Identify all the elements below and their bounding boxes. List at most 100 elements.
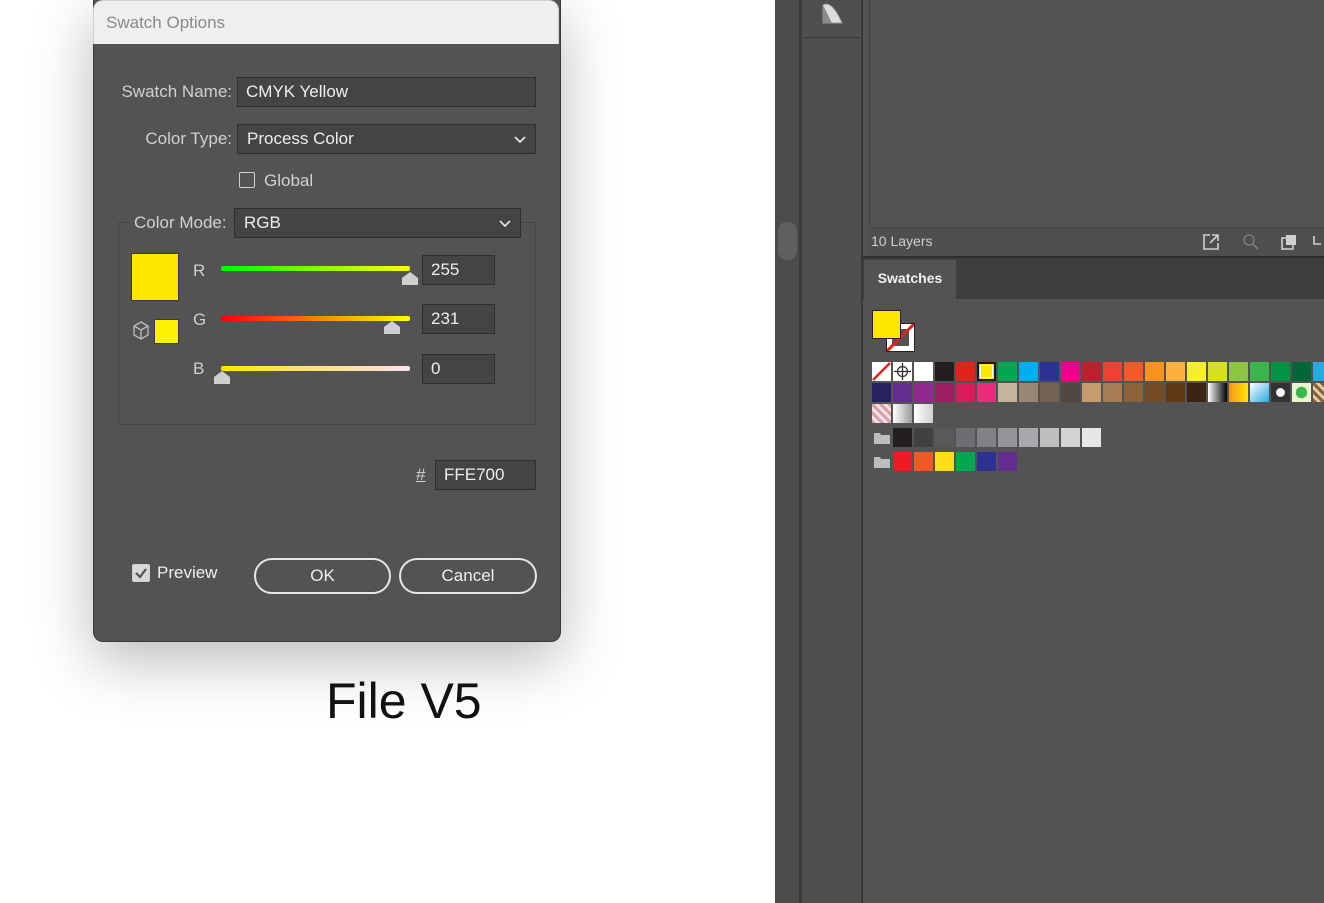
swatch[interactable] <box>998 428 1017 447</box>
swatch[interactable] <box>1187 362 1206 381</box>
swatch[interactable] <box>872 383 891 402</box>
panel-icon-button[interactable] <box>804 0 860 38</box>
swatch[interactable] <box>914 362 933 381</box>
hex-label: # <box>416 465 426 484</box>
swatch[interactable] <box>977 428 996 447</box>
swatch[interactable] <box>977 452 996 471</box>
swatch[interactable] <box>956 428 975 447</box>
swatch[interactable] <box>1313 362 1324 381</box>
swatch[interactable] <box>977 362 996 381</box>
swatch[interactable] <box>1124 362 1143 381</box>
swatch-gradient-orange[interactable] <box>1229 383 1248 402</box>
swatch[interactable] <box>1271 362 1290 381</box>
swatch[interactable] <box>956 452 975 471</box>
none-slash-icon <box>872 362 891 381</box>
swatch-gradient-bw[interactable] <box>1208 383 1227 402</box>
swatch[interactable] <box>935 383 954 402</box>
swatch-none[interactable] <box>872 362 891 381</box>
swatch[interactable] <box>1082 362 1101 381</box>
color-type-value: Process Color <box>247 129 354 148</box>
g-slider-track[interactable] <box>221 316 410 321</box>
swatch[interactable] <box>1145 383 1164 402</box>
swatch[interactable] <box>1208 362 1227 381</box>
swatch[interactable] <box>1166 362 1185 381</box>
swatch[interactable] <box>935 362 954 381</box>
collect-export-icon[interactable] <box>1279 232 1299 252</box>
gamut-color-swatch[interactable] <box>154 319 179 344</box>
swatch[interactable] <box>998 383 1017 402</box>
swatch[interactable] <box>1082 383 1101 402</box>
swatch-gradient-gray[interactable] <box>893 404 912 423</box>
swatch[interactable] <box>956 362 975 381</box>
color-type-label: Color Type: <box>145 129 232 148</box>
folder-icon[interactable] <box>873 455 891 469</box>
swatch-pattern-dots[interactable] <box>1271 383 1290 402</box>
swatch[interactable] <box>914 452 933 471</box>
swatch[interactable] <box>914 383 933 402</box>
swatch-gradient-white[interactable] <box>914 404 933 423</box>
swatch[interactable] <box>1124 383 1143 402</box>
dock-divider <box>799 0 802 903</box>
b-slider-track[interactable] <box>221 366 410 371</box>
swatch[interactable] <box>1103 383 1122 402</box>
r-slider-track[interactable] <box>221 266 410 271</box>
tab-swatches[interactable]: Swatches <box>864 260 956 301</box>
swatch-pattern-leaf[interactable] <box>1292 383 1311 402</box>
hex-value-field[interactable]: FFE700 <box>435 460 536 490</box>
folder-icon[interactable] <box>873 431 891 445</box>
swatch[interactable] <box>977 383 996 402</box>
color-mode-select[interactable]: RGB <box>234 208 521 238</box>
column-divider <box>861 0 863 903</box>
swatch[interactable] <box>1292 362 1311 381</box>
cancel-button[interactable]: Cancel <box>399 558 537 594</box>
swatch[interactable] <box>1019 383 1038 402</box>
swatch[interactable] <box>998 452 1017 471</box>
swatch[interactable] <box>893 383 912 402</box>
swatch[interactable] <box>914 428 933 447</box>
out-of-gamut-cube-icon[interactable] <box>132 321 150 341</box>
swatch[interactable] <box>1250 362 1269 381</box>
r-value-field[interactable]: 255 <box>422 255 495 285</box>
swatch[interactable] <box>1019 428 1038 447</box>
ok-button[interactable]: OK <box>254 558 391 594</box>
preview-checkbox[interactable] <box>132 564 150 582</box>
g-value-field[interactable]: 231 <box>422 304 495 334</box>
swatch-registration[interactable] <box>893 362 912 381</box>
dock-scroll-handle[interactable] <box>778 222 797 260</box>
swatch[interactable] <box>1061 428 1080 447</box>
color-type-select[interactable]: Process Color <box>237 124 536 154</box>
chevron-down-icon <box>514 136 526 144</box>
swatch[interactable] <box>1040 428 1059 447</box>
global-checkbox[interactable] <box>239 172 255 188</box>
swatch[interactable] <box>935 452 954 471</box>
checkmark-icon <box>135 568 147 579</box>
color-preview-swatch <box>131 253 179 301</box>
swatch[interactable] <box>893 428 912 447</box>
swatch[interactable] <box>1145 362 1164 381</box>
swatch[interactable] <box>1103 362 1122 381</box>
swatch[interactable] <box>1082 428 1101 447</box>
swatch[interactable] <box>1040 383 1059 402</box>
swatch[interactable] <box>1040 362 1059 381</box>
export-icon[interactable] <box>1201 232 1221 252</box>
swatch-pattern-brown[interactable] <box>1313 383 1324 402</box>
swatch[interactable] <box>998 362 1017 381</box>
swatch[interactable] <box>1229 362 1248 381</box>
color-mode-value: RGB <box>244 213 281 232</box>
swatch[interactable] <box>1061 383 1080 402</box>
swatch[interactable] <box>1061 362 1080 381</box>
swatch-name-field[interactable]: CMYK Yellow <box>237 77 536 107</box>
swatch[interactable] <box>1166 383 1185 402</box>
swatch[interactable] <box>1019 362 1038 381</box>
search-icon[interactable] <box>1241 232 1261 252</box>
new-sublayer-icon[interactable] <box>1311 232 1323 252</box>
swatch[interactable] <box>893 452 912 471</box>
swatch-gradient-pink[interactable] <box>872 404 891 423</box>
swatch[interactable] <box>956 383 975 402</box>
file-version-caption: File V5 <box>326 673 482 729</box>
swatch[interactable] <box>1187 383 1206 402</box>
b-value-field[interactable]: 0 <box>422 354 495 384</box>
swatch-gradient-blue[interactable] <box>1250 383 1269 402</box>
swatch[interactable] <box>935 428 954 447</box>
fill-color-indicator[interactable] <box>872 310 901 339</box>
